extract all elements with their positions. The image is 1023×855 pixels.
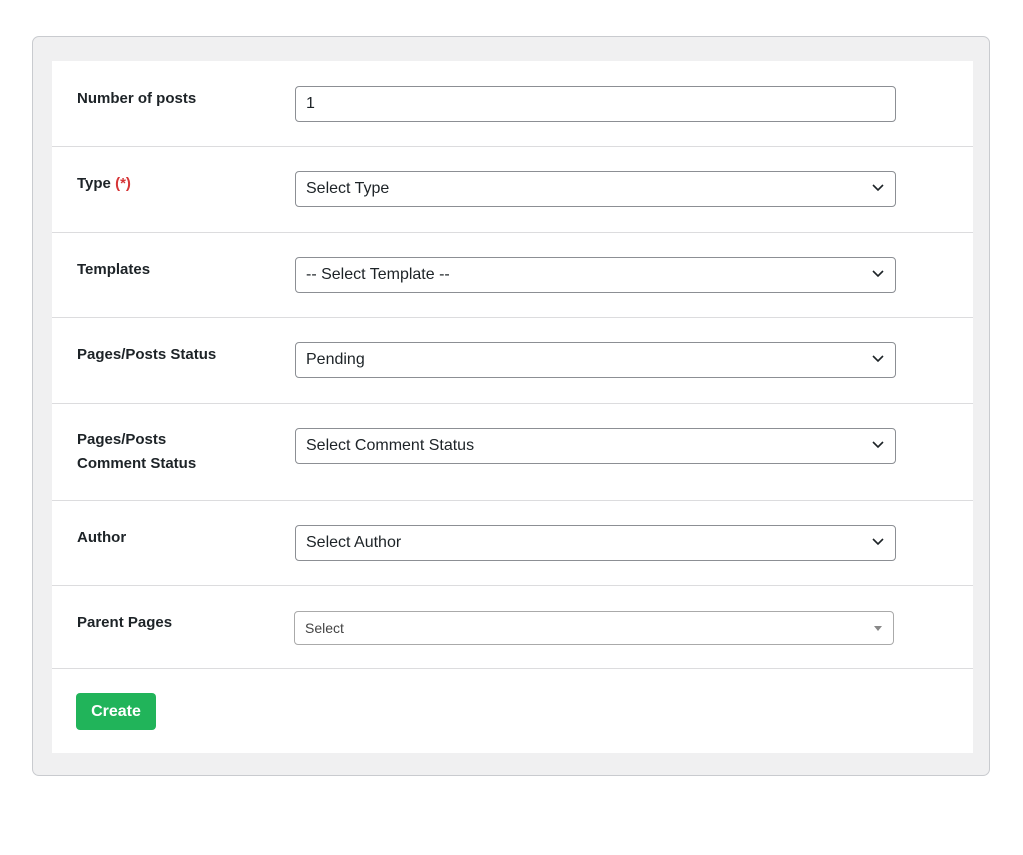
- settings-panel: Number of posts 1 Type (*) Select Type T…: [32, 36, 990, 776]
- create-button[interactable]: Create: [76, 693, 156, 730]
- number-of-posts-value: 1: [306, 95, 315, 112]
- number-of-posts-label: Number of posts: [77, 90, 197, 107]
- comment-status-select[interactable]: Select Comment Status: [295, 428, 896, 464]
- pages-posts-status-select[interactable]: Pending: [295, 342, 896, 378]
- templates-select-value: -- Select Template --: [306, 266, 450, 283]
- form-row-comment-status: Pages/Posts Comment Status Select Commen…: [52, 404, 973, 501]
- author-select[interactable]: Select Author: [295, 525, 896, 561]
- parent-pages-select[interactable]: Select: [294, 611, 894, 645]
- required-marker: (*): [115, 175, 131, 192]
- type-select[interactable]: Select Type: [295, 171, 896, 207]
- chevron-down-icon: [872, 441, 884, 449]
- parent-pages-value: Select: [305, 620, 344, 636]
- templates-select[interactable]: -- Select Template --: [295, 257, 896, 293]
- form-card: Number of posts 1 Type (*) Select Type T…: [52, 61, 973, 753]
- type-label-text: Type: [77, 175, 111, 192]
- templates-label: Templates: [77, 261, 151, 278]
- pages-posts-status-value: Pending: [306, 351, 365, 368]
- chevron-down-icon: [872, 538, 884, 546]
- type-label: Type (*): [77, 172, 277, 196]
- chevron-down-icon: [872, 184, 884, 192]
- form-row-type: Type (*) Select Type: [52, 147, 973, 233]
- form-row-parent-pages: Parent Pages Select: [52, 586, 973, 669]
- comment-status-label-line1: Pages/Posts: [77, 431, 167, 448]
- form-row-templates: Templates -- Select Template --: [52, 233, 973, 318]
- author-label: Author: [77, 529, 127, 546]
- chevron-down-icon: [872, 355, 884, 363]
- form-row-number-of-posts: Number of posts 1: [52, 61, 973, 147]
- comment-status-label-line2: Comment Status: [77, 455, 197, 472]
- number-of-posts-input[interactable]: 1: [295, 86, 896, 122]
- comment-status-value: Select Comment Status: [306, 437, 475, 454]
- form-row-author: Author Select Author: [52, 501, 973, 586]
- triangle-down-icon: [874, 626, 882, 631]
- form-row-status: Pages/Posts Status Pending: [52, 318, 973, 404]
- pages-posts-status-label: Pages/Posts Status: [77, 346, 217, 363]
- comment-status-label: Pages/Posts Comment Status: [77, 428, 277, 476]
- parent-pages-label: Parent Pages: [77, 614, 173, 631]
- author-select-value: Select Author: [306, 534, 402, 551]
- type-select-value: Select Type: [306, 180, 390, 197]
- chevron-down-icon: [872, 270, 884, 278]
